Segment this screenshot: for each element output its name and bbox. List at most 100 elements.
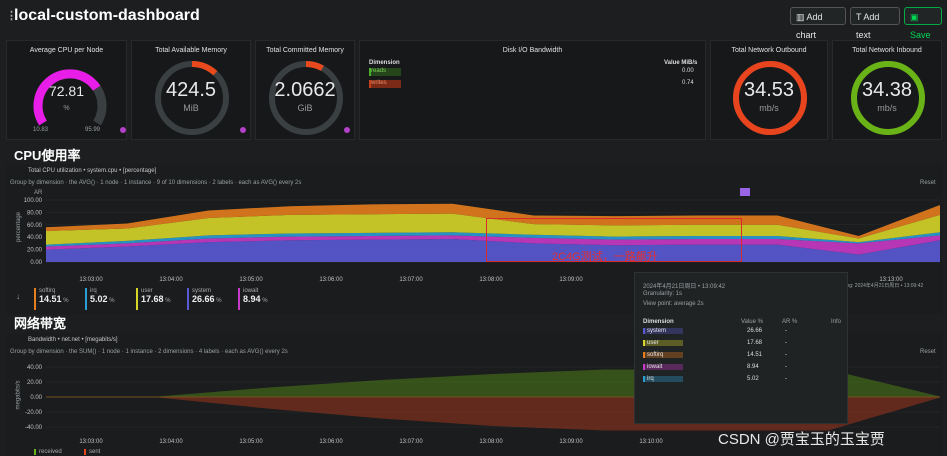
cpu-x-tick: 13:03:00 <box>79 277 103 283</box>
add-text-button[interactable]: T Add text <box>850 7 900 40</box>
filter-instances[interactable]: 1 instance <box>124 180 151 186</box>
tooltip-row: user 17.68 - <box>643 340 843 350</box>
mem-available-title: Total Available Memory <box>155 47 227 54</box>
tooltip-ar: - <box>785 328 787 334</box>
legend-unit: % <box>61 298 69 304</box>
legend-unit: % <box>107 298 115 304</box>
cpu-x-tick: 13:09:00 <box>559 277 583 283</box>
disk-dimension-header: Dimension <box>369 60 400 66</box>
cpu-chart-filters[interactable]: Group by dimension · the AVG() · 1 node … <box>10 180 301 186</box>
disk-writes-label: writes <box>369 80 401 88</box>
net-x-tick: 13:08:00 <box>479 439 503 445</box>
tooltip-dimension-header: Dimension <box>643 319 674 325</box>
disk-reads-label: reads <box>369 68 401 76</box>
tooltip-ar-header: AR % <box>782 319 798 325</box>
cpu-y-tick: 80.00 <box>27 210 43 216</box>
tooltip-dimension: iowait <box>643 364 683 370</box>
net-x-tick: 13:05:00 <box>239 439 263 445</box>
filter-aggregation[interactable]: the AVG() <box>69 180 95 186</box>
net-legend-item[interactable]: received <box>34 449 62 455</box>
tooltip-value: 26.66 <box>747 328 763 334</box>
cpu-gauge-min: 10.83 <box>33 127 49 133</box>
mem-committed-title: Total Committed Memory <box>266 47 344 54</box>
legend-unit: % <box>260 298 268 304</box>
cpu-legend-item[interactable]: user 17.68 % <box>136 288 184 310</box>
cpu-legend-item[interactable]: softirq 14.51 % <box>34 288 82 310</box>
cpu-gauge-title: Average CPU per Node <box>29 47 104 54</box>
net-x-tick: 13:06:00 <box>319 439 343 445</box>
tooltip-rows: system 26.66- user 17.68- softirq 14.51- iowai… <box>635 328 849 388</box>
tooltip-dimension: softirq <box>643 352 683 358</box>
cpu-legend-item[interactable]: iowait 8.94 % <box>238 288 286 310</box>
net-outbound-unit: mb/s <box>759 103 779 113</box>
mem-committed-unit: GiB <box>297 103 313 113</box>
cpu-x-tick: 13:05:00 <box>239 277 263 283</box>
watermark: CSDN @贾宝玉的玉宝贾 <box>718 431 885 448</box>
tooltip-view-point: View point: average 2s <box>643 301 704 307</box>
chart-icon: ▥ <box>796 12 807 22</box>
cpu-y-tick: 0.00 <box>30 260 42 266</box>
gauge-status-icon <box>344 127 350 133</box>
tooltip-value: 5.02 <box>747 376 759 382</box>
tooltip-date: 2024年4月21日周日 • 13:09:42 <box>643 284 726 290</box>
filter-group-by[interactable]: Group by dimension <box>10 180 64 186</box>
tooltip-row: iowait 8.94 - <box>643 364 843 374</box>
tooltip-value: 8.94 <box>747 364 759 370</box>
legend-value: 5.02 <box>90 294 108 304</box>
cpu-reset-button[interactable]: Reset <box>920 180 936 186</box>
legend-collapse-icon[interactable]: ↓ <box>16 292 20 301</box>
tooltip-granularity: Granularity: 1s <box>643 291 683 297</box>
net-inbound-gauge-card: Total Network Inbound 34.38 mb/s <box>832 40 942 140</box>
filter-nodes[interactable]: 1 node <box>100 180 118 186</box>
cpu-chart-title: Total CPU utilization • system.cpu • [pe… <box>28 168 157 174</box>
cpu-x-tick: 13:08:00 <box>479 277 503 283</box>
legend-value: 17.68 <box>141 294 164 304</box>
cpu-y-tick: 60.00 <box>27 223 43 229</box>
save-icon: ▣ <box>910 12 919 22</box>
save-button[interactable]: ▣ Save <box>904 7 942 40</box>
mem-available-gauge-card: Total Available Memory 424.5 MiB <box>131 40 251 140</box>
net-legend: received sent <box>34 449 234 456</box>
hover-tooltip: 2024年4月21日周日 • 13:09:42 Granularity: 1s … <box>634 272 848 424</box>
add-chart-button[interactable]: ▥ Add chart <box>790 7 846 40</box>
cpu-gauge-unit: % <box>63 105 70 112</box>
legend-value: 8.94 <box>243 294 261 304</box>
net-outbound-value: 34.53 <box>743 79 795 101</box>
tooltip-dimension: user <box>643 340 683 346</box>
tooltip-dimension: irq <box>643 376 683 382</box>
net-legend-item[interactable]: sent <box>84 449 100 455</box>
cpu-x-tick: 13:07:00 <box>399 277 423 283</box>
net-chart-title: Bandwidth • net.net • [megabits/s] <box>28 337 118 343</box>
disk-reads-value: 0.00 <box>682 68 694 74</box>
legend-value: 26.66 <box>192 294 215 304</box>
filter-time-aggregation[interactable]: each as AVG() every 2s <box>238 180 301 186</box>
gauge-status-icon <box>240 127 246 133</box>
net-x-tick: 13:10:00 <box>639 439 663 445</box>
tooltip-value: 14.51 <box>747 352 763 358</box>
cpu-gauge-value: 72.81 <box>48 83 85 99</box>
filter-dimensions[interactable]: 9 of 10 dimensions <box>157 180 207 186</box>
net-y-tick: 20.00 <box>27 380 43 386</box>
cpu-legend-item[interactable]: irq 5.02 % <box>85 288 133 310</box>
tooltip-ar: - <box>785 376 787 382</box>
net-outbound-gauge-card: Total Network Outbound 34.53 mb/s <box>710 40 828 140</box>
cpu-section-title: CPU使用率 <box>14 148 81 163</box>
tooltip-row: softirq 14.51 - <box>643 352 843 362</box>
net-section-title: 网络带宽 <box>14 316 67 331</box>
net-inbound-title: Total Network Inbound <box>852 47 922 54</box>
net-y-tick: 40.00 <box>27 365 43 371</box>
cpu-gauge-card: Average CPU per Node 72.81 % 10.83 95.99 <box>6 40 127 140</box>
cpu-legend-item[interactable]: system 26.66 % <box>187 288 235 310</box>
net-y-tick: -20.00 <box>25 410 43 416</box>
net-x-tick: 13:07:00 <box>399 439 423 445</box>
net-outbound-title: Total Network Outbound <box>731 47 807 54</box>
legend-unit: % <box>214 298 222 304</box>
tooltip-info-header: Info <box>831 319 842 325</box>
tooltip-row: system 26.66 - <box>643 328 843 338</box>
mem-committed-value: 2.0662 <box>274 79 336 101</box>
legend-value: 14.51 <box>39 294 62 304</box>
tooltip-ar: - <box>785 364 787 370</box>
tooltip-value: 17.68 <box>747 340 763 346</box>
filter-labels[interactable]: 2 labels <box>212 180 233 186</box>
tooltip-ar: - <box>785 340 787 346</box>
